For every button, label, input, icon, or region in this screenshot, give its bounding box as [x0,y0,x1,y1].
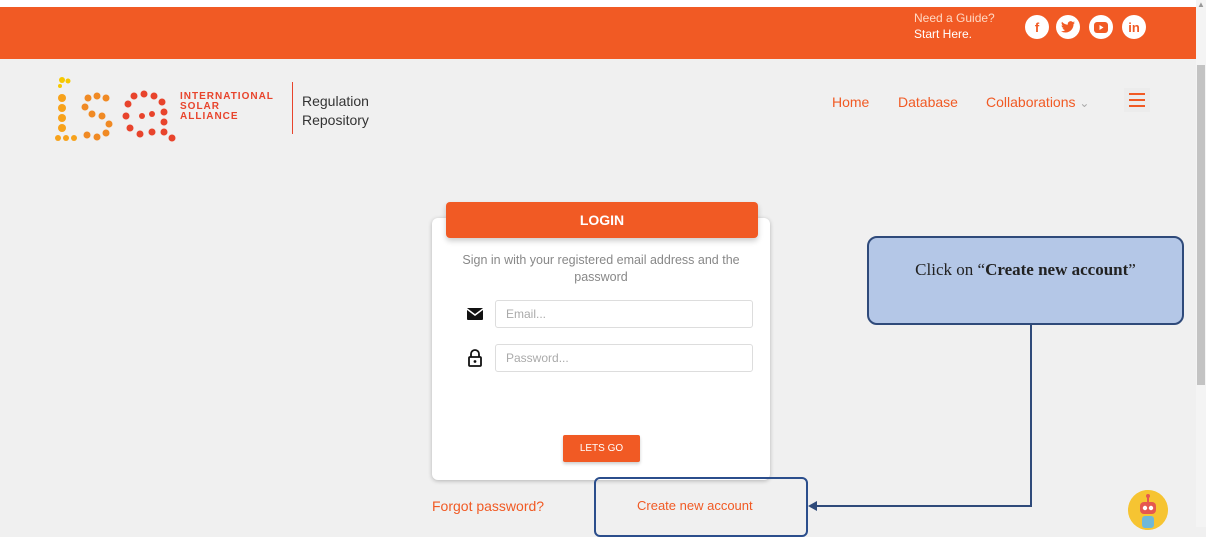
envelope-icon [466,308,484,320]
callout-connector [1030,325,1032,506]
top-edge [0,0,1206,7]
password-field[interactable] [495,344,753,372]
instruction-callout: Click on “Create new account” [867,236,1184,325]
chatbot-icon[interactable] [1128,490,1168,530]
organization-name: INTERNATIONAL SOLAR ALLIANCE [180,91,274,122]
create-account-link[interactable]: Create new account [637,498,753,513]
scrollbar[interactable]: ▲ [1196,0,1206,527]
lets-go-button[interactable]: LETS GO [563,435,640,462]
chevron-down-icon: ⌄ [1079,96,1090,110]
isa-logo[interactable] [52,74,182,146]
forgot-password-link[interactable]: Forgot password? [432,498,544,514]
callout-prefix: Click on “ [915,260,986,279]
callout-connector-horizontal [816,505,1032,507]
callout-suffix: ” [1128,260,1136,279]
email-field[interactable] [495,300,753,328]
nav-collaborations-label: Collaborations [986,94,1076,110]
start-here-text: Start Here. [914,27,973,41]
nav-database[interactable]: Database [898,94,958,110]
twitter-icon[interactable] [1056,15,1080,39]
linkedin-icon[interactable]: in [1122,15,1146,39]
callout-arrow-icon [808,501,817,511]
site-title: Regulation Repository [302,93,369,128]
lock-icon [468,349,482,367]
youtube-icon[interactable] [1089,15,1113,39]
guide-link[interactable]: Need a Guide? Start Here. [914,10,995,42]
nav-home[interactable]: Home [832,94,869,110]
nav-collaborations[interactable]: Collaborations ⌄ [986,94,1089,110]
scroll-up-icon[interactable]: ▲ [1197,0,1205,10]
top-bar [0,7,1196,59]
scrollbar-thumb[interactable] [1197,65,1205,385]
guide-text: Need a Guide? [914,11,995,25]
facebook-icon[interactable]: f [1025,15,1049,39]
login-title: LOGIN [446,202,758,238]
hamburger-menu-icon[interactable] [1124,88,1150,112]
brand-divider [292,82,293,134]
callout-bold: Create new account [985,260,1129,279]
login-instructions: Sign in with your registered email addre… [462,253,740,284]
